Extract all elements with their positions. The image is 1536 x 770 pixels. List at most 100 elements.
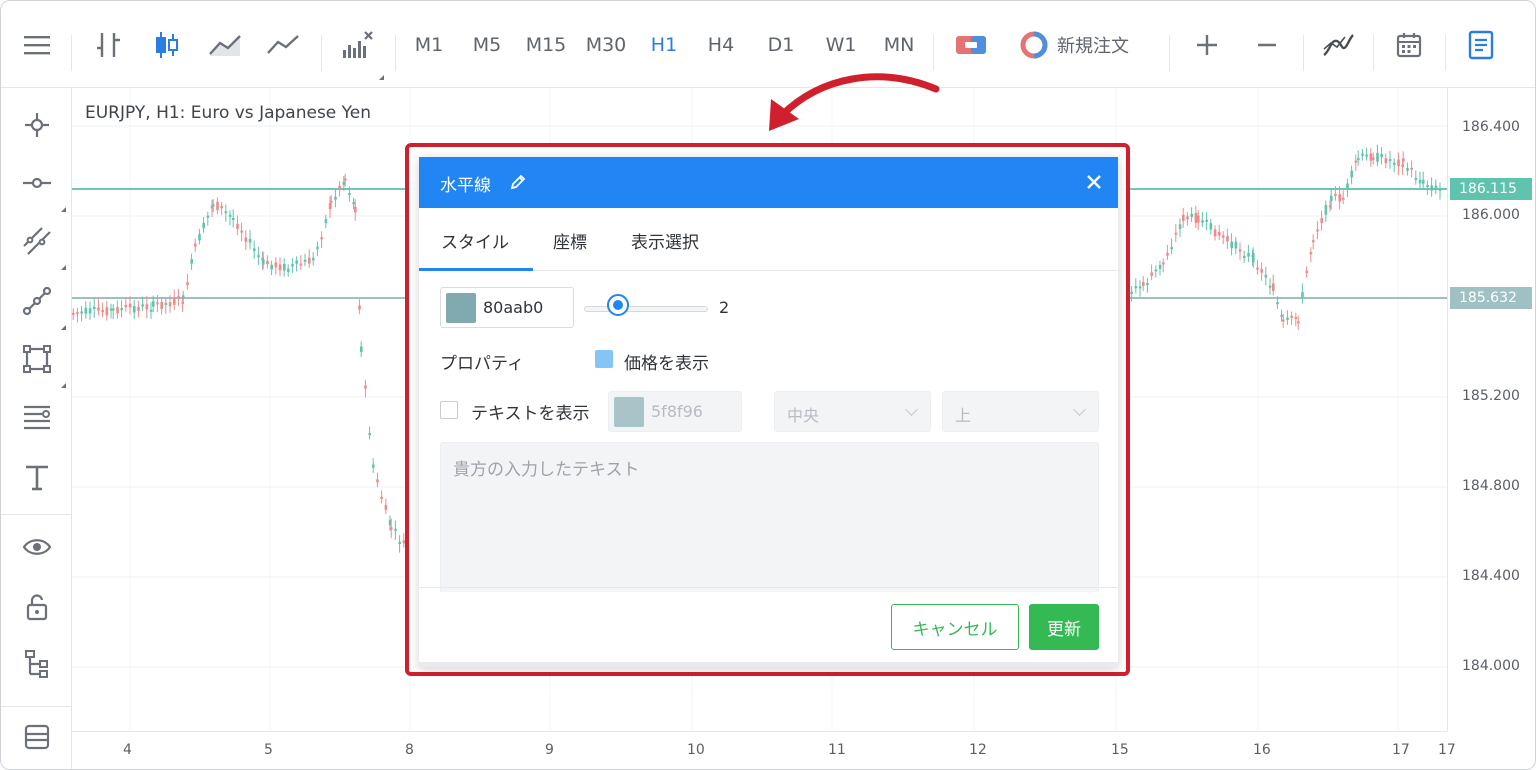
candlestick-icon[interactable]: [147, 23, 187, 67]
candle: [1316, 229, 1319, 232]
indicator-wave-icon[interactable]: [1317, 23, 1359, 67]
candle: [212, 204, 215, 207]
zoom-out-icon[interactable]: [1247, 23, 1287, 67]
indicators-icon[interactable]: [335, 23, 379, 67]
zoom-in-icon[interactable]: [1187, 23, 1227, 67]
trend-line-icon[interactable]: [17, 281, 57, 321]
timeframe-m5[interactable]: M5: [465, 23, 509, 67]
layers-icon[interactable]: [17, 717, 57, 757]
date-label: 11: [828, 742, 846, 758]
text-color-picker[interactable]: 5f8f96: [608, 391, 742, 432]
candle: [358, 305, 361, 310]
candle: [316, 246, 319, 250]
date-label: 9: [545, 742, 554, 758]
bar-chart-icon[interactable]: [89, 23, 129, 67]
candle: [105, 307, 109, 316]
candle: [93, 306, 96, 309]
candle: [372, 464, 375, 468]
candle: [270, 264, 273, 270]
edit-pencil-icon[interactable]: [509, 173, 527, 195]
chevron-down-icon: [1073, 403, 1086, 416]
candle: [1426, 185, 1429, 188]
line-color-picker[interactable]: 80aab0: [440, 287, 574, 328]
text-input-area[interactable]: 貴方の入力したテキスト: [440, 442, 1099, 592]
tab-coordinates[interactable]: 座標: [553, 228, 587, 253]
candle: [1438, 188, 1442, 191]
candle: [1297, 321, 1300, 324]
price-axis[interactable]: 186.400 186.000 185.200 184.800 184.400 …: [1447, 88, 1535, 731]
candle: [1342, 197, 1345, 200]
text-color-swatch: [614, 397, 644, 427]
area-chart-icon[interactable]: [205, 23, 245, 67]
tab-visibility[interactable]: 表示選択: [631, 228, 699, 253]
timeframe-m15[interactable]: M15: [521, 23, 571, 67]
candle: [1346, 183, 1349, 190]
horizontal-line-icon[interactable]: [17, 163, 57, 203]
horizontal-align-value: 中央: [787, 406, 820, 425]
rectangle-icon[interactable]: [17, 339, 57, 379]
slider-thumb[interactable]: [607, 294, 629, 316]
time-axis[interactable]: 4 5 8 9 10 11 12 15 16 17 17: [72, 731, 1456, 769]
object-tree-icon[interactable]: [17, 645, 57, 685]
candle: [274, 262, 278, 268]
candle: [262, 259, 265, 265]
candle: [240, 230, 243, 233]
candle: [220, 206, 223, 209]
show-text-checkbox[interactable]: [440, 401, 458, 419]
candle: [364, 385, 367, 389]
close-icon[interactable]: [1085, 173, 1103, 195]
candle: [1294, 317, 1298, 320]
candle: [1138, 286, 1142, 289]
candle: [1384, 158, 1388, 164]
candle: [1422, 179, 1425, 184]
date-label: 4: [123, 742, 132, 758]
candle: [1268, 285, 1272, 288]
candle: [1247, 252, 1250, 257]
timeframe-m30[interactable]: M30: [581, 23, 631, 67]
show-price-label[interactable]: 価格を表示: [624, 349, 709, 374]
candle: [354, 206, 357, 213]
menu-icon[interactable]: [19, 23, 55, 67]
candle: [1376, 152, 1379, 162]
calendar-icon[interactable]: [1389, 23, 1429, 67]
candle: [194, 243, 197, 247]
cancel-button[interactable]: キャンセル: [891, 604, 1019, 650]
dialog-header: 水平線: [419, 157, 1118, 208]
candle: [84, 307, 88, 314]
candle: [80, 311, 83, 314]
text-tool-icon[interactable]: [17, 457, 57, 497]
unlock-icon[interactable]: [17, 587, 57, 627]
candle: [1190, 213, 1193, 217]
candle: [334, 196, 337, 200]
new-order-icon[interactable]: [1017, 23, 1051, 67]
candle: [1369, 153, 1373, 161]
candle: [1146, 283, 1149, 286]
show-text-label[interactable]: テキストを表示: [471, 399, 590, 424]
timeframe-h4[interactable]: H4: [699, 23, 743, 67]
crosshair-icon[interactable]: [17, 105, 57, 145]
timeframe-m1[interactable]: M1: [407, 23, 451, 67]
candle: [287, 268, 290, 272]
dialog-tabs: スタイル 座標 表示選択: [419, 208, 1118, 271]
candle: [1410, 167, 1413, 170]
candle: [232, 217, 235, 220]
line-chart-icon[interactable]: [263, 23, 303, 67]
candle: [137, 306, 140, 311]
candle: [380, 496, 383, 499]
update-button[interactable]: 更新: [1029, 604, 1099, 650]
candle: [216, 201, 219, 210]
candle: [236, 223, 239, 229]
candle: [224, 211, 228, 214]
eye-icon[interactable]: [17, 527, 57, 567]
horizontal-align-select[interactable]: 中央: [774, 391, 931, 432]
trend-channel-icon[interactable]: [17, 221, 57, 261]
tab-style[interactable]: スタイル: [441, 228, 509, 253]
line-width-slider[interactable]: [584, 293, 708, 323]
document-list-icon[interactable]: [1461, 23, 1501, 67]
fibonacci-icon[interactable]: [17, 397, 57, 437]
line-color-hex: 80aab0: [483, 298, 544, 317]
timeframe-h1[interactable]: H1: [643, 23, 685, 67]
show-price-checkbox[interactable]: [595, 350, 613, 368]
vertical-align-select[interactable]: 上: [942, 391, 1099, 432]
new-order-button[interactable]: 新規注文: [1057, 23, 1153, 67]
